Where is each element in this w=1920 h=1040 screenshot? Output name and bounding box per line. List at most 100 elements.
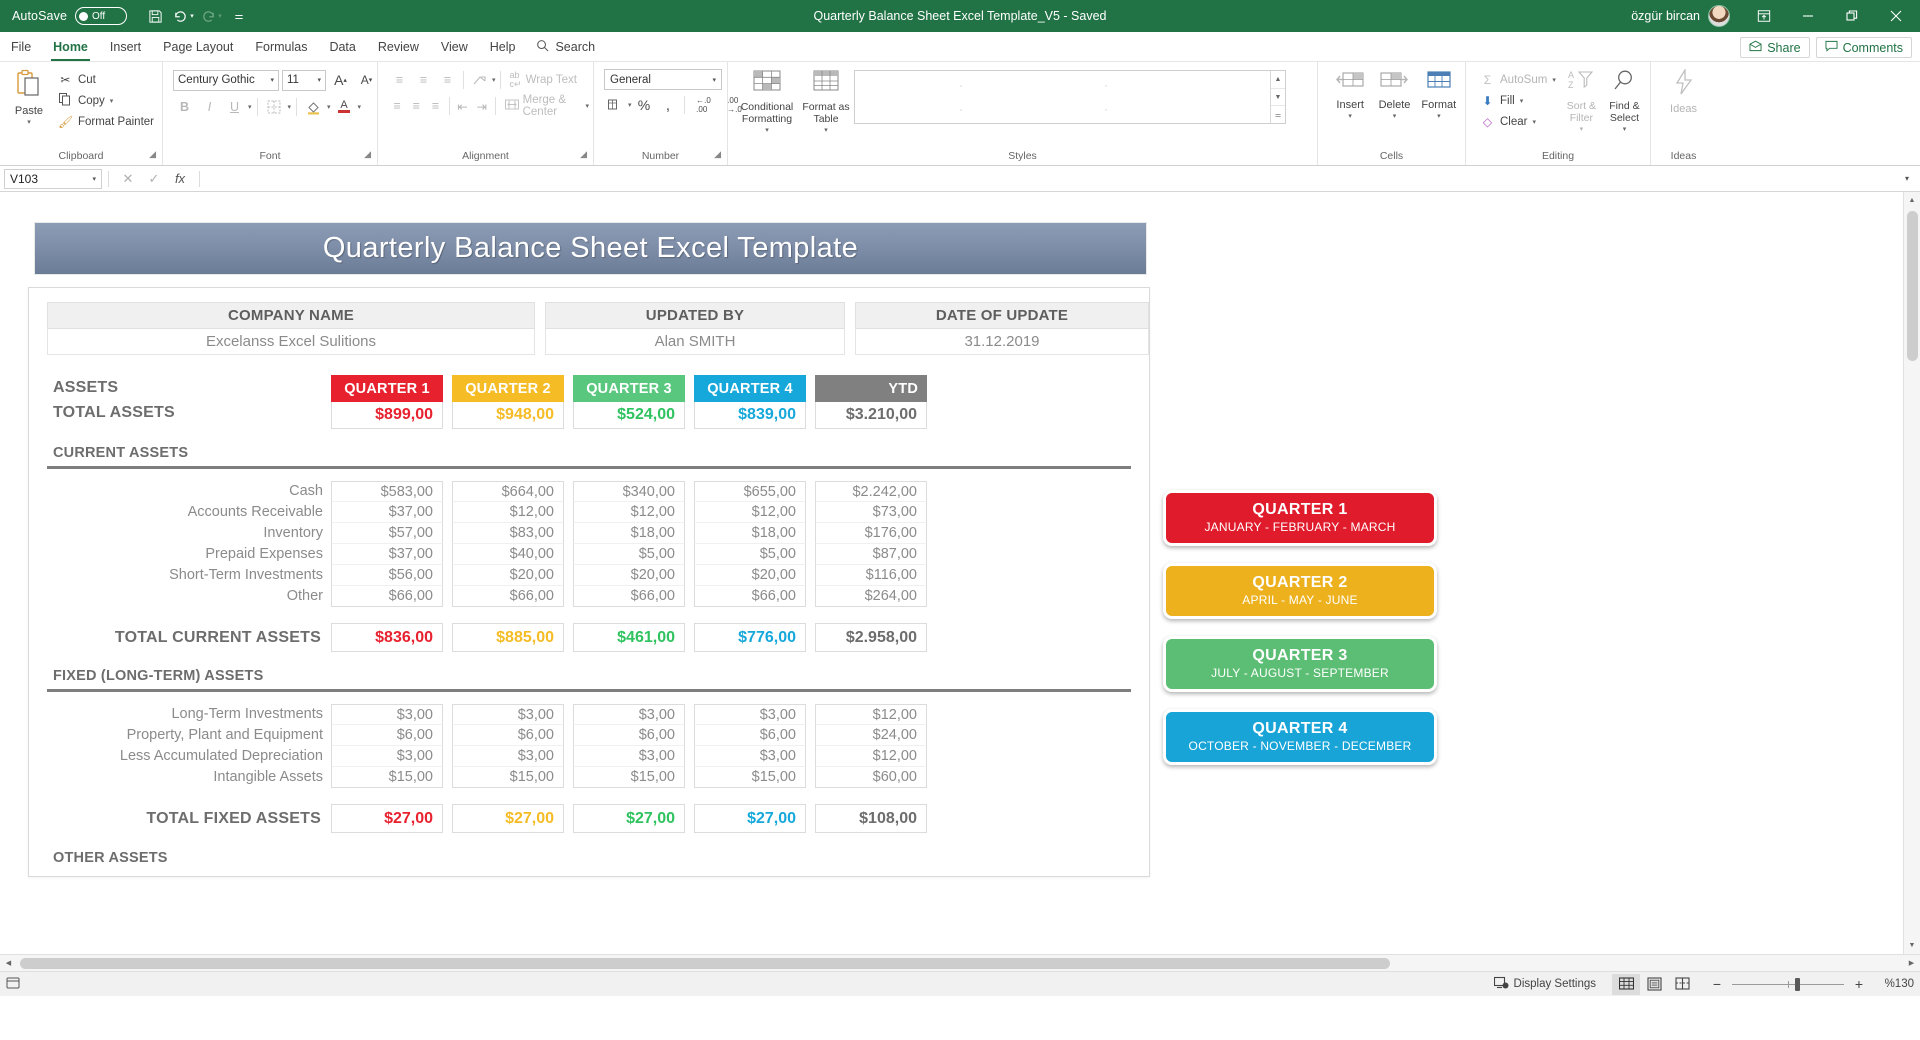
scroll-left-icon[interactable]: ◀ xyxy=(0,955,17,972)
fill-color-icon[interactable] xyxy=(302,96,325,118)
date-of-update-value[interactable]: 31.12.2019 xyxy=(855,329,1149,355)
updated-by-value[interactable]: Alan SMITH xyxy=(545,329,845,355)
orientation-dropdown-caret[interactable]: ▾ xyxy=(492,76,496,84)
cell-ytd[interactable]: $12,00 xyxy=(815,704,927,725)
cell-q1[interactable]: $15,00 xyxy=(331,767,443,788)
conditional-formatting-button[interactable]: Conditional Formatting ▾ xyxy=(736,65,798,135)
zoom-slider-track[interactable] xyxy=(1732,984,1844,985)
clear-button[interactable]: ◇ Clear ▾ xyxy=(1476,112,1560,132)
increase-decimal-icon[interactable]: ←.0.00 xyxy=(689,94,719,116)
cell-styles-scrollbar[interactable]: ▲ ▼ ⚌ xyxy=(1270,71,1285,123)
undo-icon[interactable]: ▾ xyxy=(169,2,197,30)
enter-icon[interactable]: ✓ xyxy=(141,171,167,187)
page-break-preview-icon[interactable] xyxy=(1668,974,1696,995)
horizontal-scroll-track[interactable] xyxy=(17,958,1903,969)
close-icon[interactable] xyxy=(1874,0,1918,32)
percent-style-icon[interactable]: % xyxy=(633,94,656,116)
align-left-icon[interactable]: ≡ xyxy=(388,95,406,117)
font-name-input[interactable]: Century Gothic▾ xyxy=(173,70,279,91)
total-fixed-assets-q2[interactable]: $27,00 xyxy=(452,804,564,833)
total-fixed-assets-q1[interactable]: $27,00 xyxy=(331,804,443,833)
cell-q2[interactable]: $3,00 xyxy=(452,704,564,725)
minimize-icon[interactable] xyxy=(1786,0,1830,32)
find-select-caret[interactable]: ▾ xyxy=(1623,126,1627,134)
cell-styles-gallery-inner[interactable] xyxy=(855,71,1270,123)
cancel-icon[interactable]: ✕ xyxy=(115,171,141,187)
total-fixed-assets-q3[interactable]: $27,00 xyxy=(573,804,685,833)
total-assets-q1[interactable]: $899,00 xyxy=(331,402,443,429)
normal-view-icon[interactable] xyxy=(1612,974,1640,995)
cell-q2[interactable]: $664,00 xyxy=(452,481,564,502)
increase-indent-icon[interactable]: ⇥ xyxy=(473,95,491,117)
underline-button[interactable]: U xyxy=(223,96,246,118)
total-current-assets-ytd[interactable]: $2.958,00 xyxy=(815,623,927,652)
format-as-table-caret[interactable]: ▾ xyxy=(824,127,828,135)
cell-ytd[interactable]: $24,00 xyxy=(815,725,927,746)
zoom-in-button[interactable]: + xyxy=(1852,976,1866,992)
comma-style-icon[interactable]: , xyxy=(657,94,680,116)
borders-icon[interactable] xyxy=(263,96,286,118)
copy-button[interactable]: Copy ▾ xyxy=(54,91,158,111)
autosave-toggle[interactable]: Off xyxy=(75,7,127,25)
align-middle-icon[interactable]: ≡ xyxy=(412,69,435,91)
quarter-4-nav-button[interactable]: QUARTER 4 OCTOBER - NOVEMBER - DECEMBER xyxy=(1163,709,1437,765)
delete-cells-caret[interactable]: ▾ xyxy=(1393,113,1397,121)
horizontal-scroll-thumb[interactable] xyxy=(20,958,1390,969)
font-size-input[interactable]: 11▾ xyxy=(282,70,326,91)
tab-data[interactable]: Data xyxy=(318,35,366,61)
cell-ytd[interactable]: $264,00 xyxy=(815,586,927,607)
cell-q1[interactable]: $583,00 xyxy=(331,481,443,502)
cell-q3[interactable]: $12,00 xyxy=(573,502,685,523)
number-dialog-launcher[interactable]: ◢ xyxy=(714,146,721,163)
cell-ytd[interactable]: $12,00 xyxy=(815,746,927,767)
total-assets-q2[interactable]: $948,00 xyxy=(452,402,564,429)
total-fixed-assets-ytd[interactable]: $108,00 xyxy=(815,804,927,833)
scroll-right-icon[interactable]: ▶ xyxy=(1903,955,1920,972)
font-dialog-launcher[interactable]: ◢ xyxy=(364,146,371,163)
zoom-level-label[interactable]: %130 xyxy=(1874,978,1914,990)
cell-q2[interactable]: $40,00 xyxy=(452,544,564,565)
cell-q3[interactable]: $6,00 xyxy=(573,725,685,746)
clipboard-dialog-launcher[interactable]: ◢ xyxy=(149,146,156,163)
cell-q1[interactable]: $37,00 xyxy=(331,544,443,565)
cell-q1[interactable]: $66,00 xyxy=(331,586,443,607)
clear-caret[interactable]: ▾ xyxy=(1532,118,1536,126)
cell-styles-gallery[interactable]: ▲ ▼ ⚌ xyxy=(854,70,1286,124)
cell-q4[interactable]: $6,00 xyxy=(694,725,806,746)
paste-button[interactable]: Paste ▾ xyxy=(4,65,54,127)
scroll-up-icon[interactable]: ▲ xyxy=(1904,192,1920,209)
bold-button[interactable]: B xyxy=(173,96,196,118)
cell-q1[interactable]: $56,00 xyxy=(331,565,443,586)
total-current-assets-q3[interactable]: $461,00 xyxy=(573,623,685,652)
cell-q3[interactable]: $3,00 xyxy=(573,704,685,725)
vertical-scrollbar[interactable]: ▲ ▼ xyxy=(1903,192,1920,954)
align-center-icon[interactable]: ≡ xyxy=(407,95,425,117)
cell-q1[interactable]: $37,00 xyxy=(331,502,443,523)
total-current-assets-q2[interactable]: $885,00 xyxy=(452,623,564,652)
cell-q3[interactable]: $5,00 xyxy=(573,544,685,565)
cell-q4[interactable]: $20,00 xyxy=(694,565,806,586)
copy-dropdown-caret[interactable]: ▾ xyxy=(110,97,114,105)
cut-button[interactable]: ✂ Cut xyxy=(54,70,158,90)
fill-button[interactable]: ⬇ Fill ▾ xyxy=(1476,91,1560,111)
align-right-icon[interactable]: ≡ xyxy=(426,95,444,117)
delete-cells-button[interactable]: Delete ▾ xyxy=(1372,65,1416,121)
tab-home[interactable]: Home xyxy=(42,35,99,61)
zoom-slider-thumb[interactable] xyxy=(1795,978,1800,991)
zoom-out-button[interactable]: − xyxy=(1710,976,1724,992)
fill-caret[interactable]: ▾ xyxy=(1520,97,1524,105)
total-current-assets-q1[interactable]: $836,00 xyxy=(331,623,443,652)
conditional-formatting-caret[interactable]: ▾ xyxy=(765,127,769,135)
increase-font-size-icon[interactable]: A▴ xyxy=(329,69,352,91)
decrease-indent-icon[interactable]: ⇤ xyxy=(453,95,471,117)
cell-q4[interactable]: $3,00 xyxy=(694,746,806,767)
cell-q1[interactable]: $57,00 xyxy=(331,523,443,544)
tab-file[interactable]: File xyxy=(0,35,42,61)
worksheet-canvas[interactable]: Quarterly Balance Sheet Excel Template C… xyxy=(0,192,1903,954)
cell-ytd[interactable]: $176,00 xyxy=(815,523,927,544)
cell-q1[interactable]: $3,00 xyxy=(331,746,443,767)
styles-scroll-down-icon[interactable]: ▼ xyxy=(1271,89,1285,107)
cell-q2[interactable]: $3,00 xyxy=(452,746,564,767)
cell-ytd[interactable]: $60,00 xyxy=(815,767,927,788)
avatar[interactable] xyxy=(1708,5,1730,27)
